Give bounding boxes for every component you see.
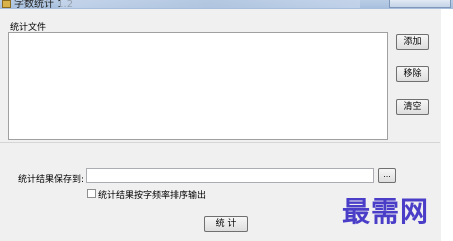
window-controls[interactable] bbox=[389, 0, 451, 8]
file-list[interactable] bbox=[8, 32, 388, 140]
save-path-input[interactable] bbox=[86, 168, 374, 183]
count-button[interactable]: 统 计 bbox=[204, 216, 248, 232]
sort-by-frequency-label[interactable]: 统计结果按字频率排序输出 bbox=[98, 188, 206, 201]
save-path-label: 统计结果保存到: bbox=[18, 175, 85, 185]
divider bbox=[0, 142, 440, 143]
clear-button[interactable]: 清空 bbox=[396, 99, 429, 115]
browse-button[interactable]: ... bbox=[378, 168, 396, 183]
title-bar-background bbox=[60, 0, 360, 8]
sort-by-frequency-checkbox[interactable] bbox=[87, 189, 96, 198]
app-icon bbox=[2, 0, 11, 8]
add-button[interactable]: 添加 bbox=[396, 34, 429, 50]
watermark-text: 最需网 bbox=[342, 195, 430, 228]
window-right-edge bbox=[441, 9, 453, 241]
title-bar: 字数统计 1.2 bbox=[0, 0, 453, 9]
remove-button[interactable]: 移除 bbox=[396, 66, 429, 82]
